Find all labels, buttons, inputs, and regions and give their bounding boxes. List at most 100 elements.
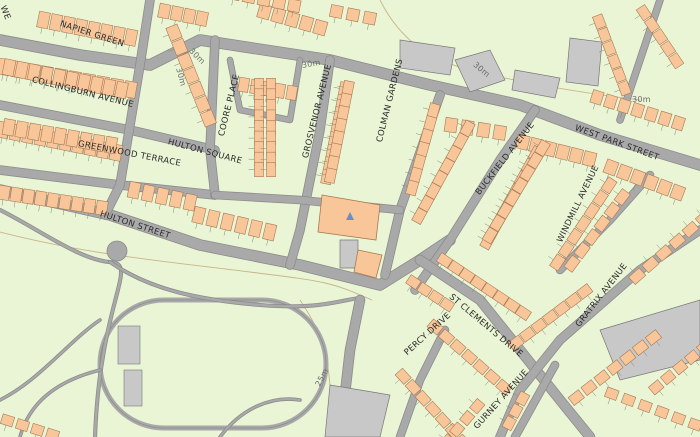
house	[70, 195, 85, 213]
map-view[interactable]: WE NAPIER GREEN COLLINGBURN AVENUE GREEN…	[0, 0, 700, 437]
plot-line	[495, 204, 501, 209]
plot-line	[583, 230, 589, 235]
plot-line	[494, 301, 499, 308]
house	[286, 0, 302, 14]
house	[694, 209, 700, 227]
park-path	[0, 208, 123, 437]
house	[33, 190, 48, 207]
plot-line	[3, 425, 7, 431]
house	[602, 39, 617, 57]
house	[241, 0, 257, 5]
plot-line	[174, 63, 180, 66]
plot-line	[50, 147, 53, 154]
house	[615, 163, 633, 182]
track-stand	[117, 325, 141, 365]
plot-line	[546, 155, 549, 162]
plot-line	[423, 185, 429, 189]
house	[394, 367, 412, 385]
plot-line	[274, 22, 277, 29]
house	[492, 124, 508, 141]
house	[328, 4, 344, 19]
house	[630, 102, 646, 119]
plot-line	[659, 390, 664, 396]
house	[29, 422, 46, 437]
plot-line	[75, 152, 78, 159]
plot-line	[419, 120, 426, 123]
plot-line	[326, 124, 333, 127]
plot-line	[321, 149, 328, 152]
plot-line	[162, 34, 169, 38]
house	[262, 222, 278, 242]
plot-line	[50, 207, 53, 214]
house	[52, 127, 68, 146]
house	[472, 358, 490, 376]
plot-line	[40, 27, 43, 34]
house	[483, 368, 501, 386]
house	[233, 215, 249, 235]
plot-line	[696, 209, 700, 214]
plot-line	[586, 165, 589, 172]
plot-line	[191, 106, 198, 109]
house	[0, 184, 11, 201]
plot-line	[424, 412, 430, 417]
house	[36, 10, 51, 30]
plot-line	[328, 111, 335, 114]
contour-label-30m-e: 30m	[632, 95, 651, 104]
plot-line	[444, 147, 450, 152]
plot-line	[624, 404, 627, 411]
house	[620, 392, 637, 408]
plot-line	[13, 201, 16, 208]
plot-line	[541, 329, 546, 335]
plot-line	[643, 256, 648, 261]
plot-line	[516, 316, 521, 323]
plot-line	[671, 380, 676, 386]
house	[659, 369, 677, 386]
plot-line	[6, 75, 8, 82]
plot-line	[609, 76, 615, 80]
plot-line	[674, 423, 677, 429]
plot-line	[462, 360, 467, 366]
plot-line	[497, 139, 499, 146]
plot-line	[418, 293, 423, 299]
plot-line	[572, 162, 575, 169]
plot-line	[350, 20, 353, 27]
house	[687, 417, 700, 432]
plot-line	[619, 178, 623, 185]
plot-line	[582, 204, 588, 209]
house	[597, 26, 612, 44]
plot-line	[113, 160, 115, 167]
plot-line	[223, 229, 226, 236]
house	[14, 120, 29, 139]
plot-line	[480, 229, 486, 234]
plot-line	[660, 124, 664, 131]
house	[82, 197, 97, 215]
house	[460, 348, 479, 366]
plot-line	[593, 216, 599, 221]
track-stand	[123, 369, 143, 407]
plot-line	[186, 209, 189, 216]
plot-line	[607, 398, 611, 405]
plot-line	[323, 136, 330, 139]
plot-line	[260, 18, 263, 25]
plot-line	[553, 321, 558, 327]
plot-line	[246, 2, 249, 9]
plot-line	[209, 226, 212, 233]
plot-line	[415, 133, 422, 136]
plot-line	[15, 77, 18, 84]
plot-line	[502, 192, 509, 196]
house	[616, 97, 632, 115]
plot-line	[579, 401, 584, 407]
house	[434, 411, 452, 429]
house	[567, 389, 585, 406]
plot-line	[185, 91, 192, 95]
plot-line	[407, 286, 411, 292]
plot-line	[186, 22, 189, 29]
plot-line	[78, 35, 80, 42]
plot-line	[634, 15, 641, 20]
house	[0, 413, 16, 428]
public-building	[324, 384, 391, 437]
house	[593, 369, 611, 386]
plot-line	[430, 172, 436, 177]
plot-line	[647, 120, 650, 127]
plot-line	[161, 17, 164, 24]
